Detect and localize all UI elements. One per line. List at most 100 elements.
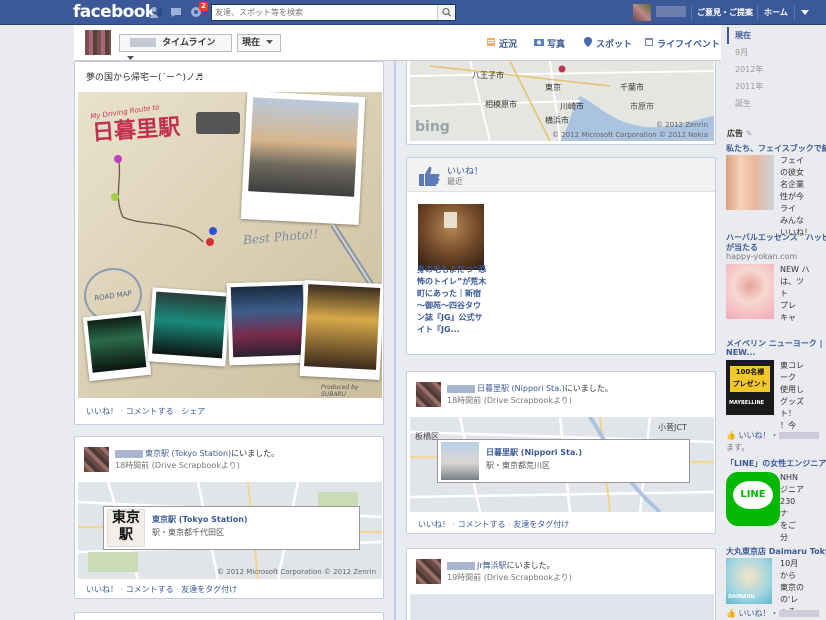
scrapbook-photo[interactable]: My Driving Route to 日暮里駅 Best Photo!! RO…: [78, 92, 382, 398]
poster-avatar[interactable]: [416, 559, 441, 584]
account-dropdown-icon[interactable]: [801, 10, 809, 16]
ad-image-couple[interactable]: [726, 155, 774, 210]
ad-title-line2[interactable]: NEW...: [726, 348, 755, 357]
search-input[interactable]: [212, 5, 432, 20]
divider: [757, 5, 758, 20]
post-text: 夢の国から帰宅ー(´ー^)ノ♬: [86, 73, 204, 83]
map-kanto[interactable]: 八王子市 東京 相模原市 川崎市 千葉市 横浜市 市原市 bing © 2012…: [410, 61, 714, 141]
feedback-link[interactable]: ご意見・ご提案: [697, 7, 753, 18]
tag-friends-link[interactable]: 友達をタグ付け: [513, 520, 569, 529]
ad-title[interactable]: 大丸東京店 Daimaru Toky: [726, 546, 826, 557]
author-name-pixelated[interactable]: [447, 561, 475, 570]
nav-status[interactable]: 近況: [499, 37, 517, 50]
timeline-avatar[interactable]: [85, 30, 111, 55]
map-label: 小菅JCT: [658, 423, 687, 432]
comment-link[interactable]: コメントする: [458, 520, 506, 529]
place-card[interactable]: 東京駅 東京駅 (Tokyo Station) 駅・東京都千代田区: [103, 506, 360, 550]
checkin-text: にいました。: [231, 449, 280, 458]
place-link[interactable]: 日暮里駅 (Nippori Sta.): [477, 384, 565, 393]
map-copyright: © 2012 Zenrin: [655, 121, 708, 129]
divider: [691, 5, 692, 20]
search-icon: [442, 7, 452, 17]
name-pixelated: [130, 38, 156, 47]
nav-photos[interactable]: 写真: [547, 37, 565, 50]
like-link[interactable]: いいね！: [418, 520, 450, 529]
comment-link[interactable]: コメントする: [126, 407, 174, 416]
photo-crowd: [226, 280, 310, 366]
scrubber-2011[interactable]: 2011年: [727, 78, 826, 95]
map-maihama[interactable]: [410, 594, 714, 620]
place-title[interactable]: 日暮里駅 (Nippori Sta.): [486, 447, 582, 458]
post-author-line: Jr舞浜駅にいました。: [447, 560, 555, 571]
next-post-stub: [74, 612, 384, 620]
map-tokyo[interactable]: 東京駅 東京駅 (Tokyo Station) 駅・東京都千代田区 © 2012…: [78, 482, 382, 579]
facebook-logo[interactable]: facebook: [73, 2, 156, 22]
post-actions: いいね！ · コメントする · 友達をタグ付け: [418, 520, 570, 529]
profile-name-pixelated[interactable]: [656, 6, 686, 17]
place-card[interactable]: 日暮里駅 (Nippori Sta.) 駅・東京都荒川区: [437, 439, 690, 483]
place-link[interactable]: Jr舞浜駅: [477, 561, 507, 570]
ad-like-link[interactable]: 👍 いいね！・: [726, 430, 819, 441]
best-photo-label: Best Photo!!: [242, 226, 319, 248]
route-map-drawing: [111, 155, 217, 246]
like-link[interactable]: いいね！: [86, 407, 118, 416]
nav-life-event[interactable]: ライフイベント: [657, 37, 720, 50]
comment-link[interactable]: コメントする: [126, 585, 174, 594]
ad-title[interactable]: 「LINE」の女性エンジニア: [726, 458, 826, 469]
checkin-text: にいました。: [506, 561, 555, 570]
share-link[interactable]: シェア: [181, 407, 205, 416]
friend-requests-icon[interactable]: [150, 6, 162, 18]
author-name-pixelated[interactable]: [447, 384, 475, 393]
liked-page-thumbnail[interactable]: [418, 204, 484, 270]
place-link[interactable]: 東京駅 (Tokyo Station): [145, 449, 231, 458]
search-button[interactable]: [437, 5, 455, 20]
nav-places[interactable]: スポット: [596, 37, 632, 50]
scrubber-2012[interactable]: 2012年: [727, 61, 826, 78]
author-name-pixelated[interactable]: [115, 449, 143, 458]
tag-friends-link[interactable]: 友達をタグ付け: [181, 585, 237, 594]
status-icon: [487, 38, 495, 46]
map-copyright: © 2012 Microsoft Corporation © 2012 Noki…: [552, 131, 708, 139]
ad-image-daimaru[interactable]: DAIMARU: [726, 558, 772, 604]
post-meta: 19時間前 (Drive Scrapbookより): [447, 573, 572, 582]
profile-avatar[interactable]: [633, 4, 651, 21]
post-meta: 18時間前 (Drive Scrapbookより): [447, 396, 572, 405]
poster-avatar[interactable]: [416, 382, 441, 407]
photo-polaroid-bridge: [240, 92, 366, 226]
scrubber-now[interactable]: 現在: [727, 27, 826, 44]
scrubber-sept[interactable]: 9月: [727, 44, 826, 61]
top-bar: facebook 2 ご意見・ご提案 ホーム: [0, 0, 826, 25]
ad-like-suffix: ます。: [726, 443, 750, 452]
checkin-post-nippori: 日暮里駅 (Nippori Sta.)にいました。 18時間前 (Drive S…: [406, 371, 716, 534]
checkin-post-maihama: Jr舞浜駅にいました。 19時間前 (Drive Scrapbookより): [406, 548, 716, 620]
tokyo-station-thumbnail: 東京駅: [107, 509, 145, 547]
place-title[interactable]: 東京駅 (Tokyo Station): [152, 514, 248, 525]
now-dropdown[interactable]: 現在: [237, 34, 281, 52]
line-app-icon[interactable]: LINE: [726, 472, 780, 526]
ad-body: フェイ の彼女 名企業 性が今 ライ みんな いいね！: [780, 156, 812, 237]
bing-logo: bing: [415, 119, 450, 135]
scrubber-born[interactable]: 誕生: [727, 95, 826, 112]
poster-avatar[interactable]: [84, 447, 109, 472]
map-copyright: © 2012 Microsoft Corporation © 2012 Zenr…: [217, 568, 376, 576]
timeline-dropdown[interactable]: タイムライン: [119, 34, 232, 60]
photo-platform: [147, 287, 231, 367]
post-meta: 18時間前 (Drive Scrapbookより): [115, 461, 240, 470]
ad-title[interactable]: 私たち、フェイスブックで結: [726, 143, 826, 154]
messages-icon[interactable]: [170, 6, 182, 18]
ad-like-link[interactable]: 👍 いいね！・: [726, 608, 819, 619]
ad-image-maybelline[interactable]: 100名様 プレゼント MAYBELLINE: [726, 360, 774, 415]
map-label: 川崎市: [560, 102, 584, 111]
post-actions: いいね！ · コメントする · シェア: [86, 407, 206, 416]
like-link[interactable]: いいね！: [86, 585, 118, 594]
liked-page-title[interactable]: 身の毛もよだつ“恐怖のトイレ”が荒木町にあった｜新宿～御苑～四谷タウン誌『JG』…: [417, 264, 487, 336]
map-label: 東京: [545, 83, 561, 92]
ad-image-person[interactable]: [726, 264, 774, 319]
search-box: [211, 4, 456, 21]
home-link[interactable]: ホーム: [764, 7, 788, 18]
map-nippori[interactable]: 板橋区 小菅JCT 日暮里駅 (Nippori Sta.) 駅・東京都荒川区: [410, 417, 714, 512]
nippori-station-thumbnail: [441, 442, 479, 480]
map-label: 八王子市: [472, 71, 504, 80]
ad-body: NEW ハは、ツトプレ キャ: [780, 265, 810, 322]
ad-body: 東コレ ーク 使用し グッズ ト！ ！今: [780, 361, 804, 430]
